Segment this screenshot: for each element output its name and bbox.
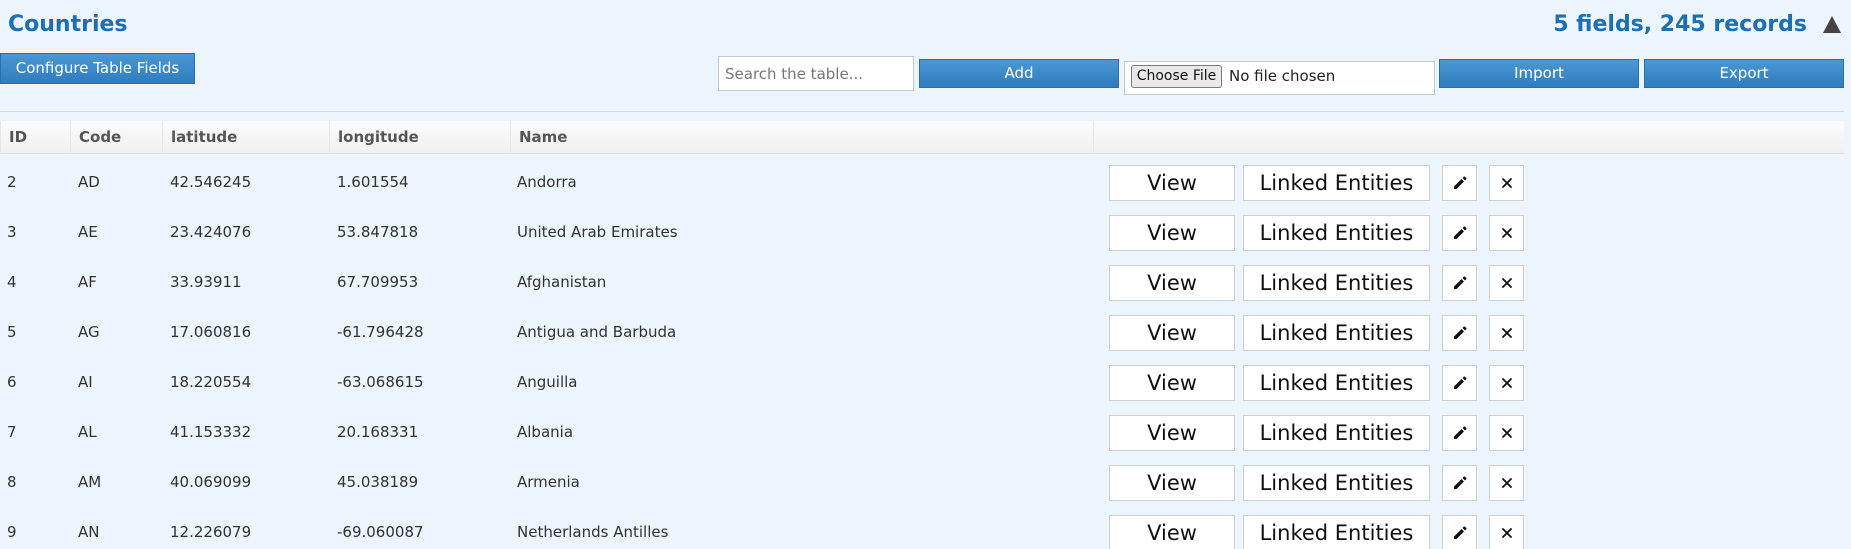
column-header-id[interactable]: ID <box>0 121 70 154</box>
view-button[interactable]: View <box>1109 465 1235 501</box>
cell-id: 9 <box>7 523 17 541</box>
delete-button[interactable] <box>1489 315 1524 351</box>
table-row: 5 AG 17.060816 -61.796428 Antigua and Barbud… <box>0 307 1844 357</box>
cell-id: 7 <box>7 423 17 441</box>
cell-latitude: 23.424076 <box>170 223 252 241</box>
column-header-name[interactable]: Name <box>510 121 1093 154</box>
table-row: 4 AF 33.93911 67.709953 Afghanistan View Linke… <box>0 257 1844 307</box>
cell-id: 4 <box>7 273 17 291</box>
cell-longitude: 45.038189 <box>337 473 419 491</box>
column-header-latitude[interactable]: latitude <box>162 121 329 154</box>
linked-entities-button[interactable]: Linked Entities <box>1243 265 1430 301</box>
cell-latitude: 18.220554 <box>170 373 252 391</box>
edit-button[interactable] <box>1442 265 1477 301</box>
cell-longitude: 1.601554 <box>337 173 409 191</box>
cell-code: AG <box>78 323 100 341</box>
linked-entities-button[interactable]: Linked Entities <box>1243 165 1430 201</box>
cell-name: Anguilla <box>517 373 578 391</box>
table-row: 9 AN 12.226079 -69.060087 Netherlands Antill… <box>0 507 1844 549</box>
cell-id: 3 <box>7 223 17 241</box>
cell-id: 5 <box>7 323 17 341</box>
cell-code: AD <box>78 173 100 191</box>
linked-entities-button[interactable]: Linked Entities <box>1243 215 1430 251</box>
countries-table: ID Code latitude longitude Name 2 AD 42.54… <box>0 111 1844 549</box>
cell-name: Afghanistan <box>517 273 607 291</box>
cell-id: 2 <box>7 173 17 191</box>
cell-longitude: 53.847818 <box>337 223 419 241</box>
cell-longitude: -69.060087 <box>337 523 424 541</box>
edit-button[interactable] <box>1442 165 1477 201</box>
cell-longitude: -61.796428 <box>337 323 424 341</box>
view-button[interactable]: View <box>1109 215 1235 251</box>
edit-button[interactable] <box>1442 465 1477 501</box>
view-button[interactable]: View <box>1109 365 1235 401</box>
linked-entities-button[interactable]: Linked Entities <box>1243 365 1430 401</box>
cell-id: 6 <box>7 373 17 391</box>
linked-entities-button[interactable]: Linked Entities <box>1243 315 1430 351</box>
cell-code: AM <box>78 473 102 491</box>
edit-button[interactable] <box>1442 365 1477 401</box>
cell-name: Armenia <box>517 473 580 491</box>
cell-name: Netherlands Antilles <box>517 523 669 541</box>
delete-button[interactable] <box>1489 465 1524 501</box>
cell-code: AF <box>78 273 97 291</box>
cell-name: United Arab Emirates <box>517 223 678 241</box>
cell-id: 8 <box>7 473 17 491</box>
delete-button[interactable] <box>1489 215 1524 251</box>
no-file-text: No file chosen <box>1229 67 1336 85</box>
table-row: 6 AI 18.220554 -63.068615 Anguilla View Linked… <box>0 357 1844 407</box>
cell-longitude: -63.068615 <box>337 373 424 391</box>
cell-code: AE <box>78 223 98 241</box>
linked-entities-button[interactable]: Linked Entities <box>1243 465 1430 501</box>
collapse-triangle-icon[interactable] <box>1823 16 1841 33</box>
page-title: Countries <box>8 12 128 37</box>
cell-name: Antigua and Barbuda <box>517 323 677 341</box>
configure-table-fields-button[interactable]: Configure Table Fields <box>0 53 195 84</box>
edit-button[interactable] <box>1442 515 1477 549</box>
import-button[interactable]: Import <box>1439 59 1639 88</box>
edit-button[interactable] <box>1442 315 1477 351</box>
cell-name: Albania <box>517 423 574 441</box>
cell-code: AI <box>78 373 93 391</box>
cell-latitude: 33.93911 <box>170 273 242 291</box>
table-row: 8 AM 40.069099 45.038189 Armenia View Linked E… <box>0 457 1844 507</box>
cell-longitude: 67.709953 <box>337 273 419 291</box>
add-button[interactable]: Add <box>919 59 1119 88</box>
record-summary: 5 fields, 245 records <box>1553 12 1807 37</box>
cell-latitude: 40.069099 <box>170 473 252 491</box>
export-button[interactable]: Export <box>1644 59 1844 88</box>
column-header-actions <box>1093 121 1844 154</box>
table-row: 2 AD 42.546245 1.601554 Andorra View Linked En… <box>0 157 1844 207</box>
column-header-longitude[interactable]: longitude <box>329 121 510 154</box>
view-button[interactable]: View <box>1109 265 1235 301</box>
choose-file-button[interactable]: Choose File <box>1131 65 1222 88</box>
view-button[interactable]: View <box>1109 165 1235 201</box>
view-button[interactable]: View <box>1109 315 1235 351</box>
delete-button[interactable] <box>1489 515 1524 549</box>
delete-button[interactable] <box>1489 415 1524 451</box>
cell-latitude: 17.060816 <box>170 323 252 341</box>
delete-button[interactable] <box>1489 165 1524 201</box>
search-input[interactable] <box>718 56 914 91</box>
view-button[interactable]: View <box>1109 515 1235 549</box>
delete-button[interactable] <box>1489 365 1524 401</box>
table-row: 3 AE 23.424076 53.847818 United Arab Emirate… <box>0 207 1844 257</box>
delete-button[interactable] <box>1489 265 1524 301</box>
column-header-code[interactable]: Code <box>70 121 162 154</box>
file-input[interactable]: Choose File No file chosen <box>1124 61 1435 95</box>
edit-button[interactable] <box>1442 415 1477 451</box>
cell-latitude: 42.546245 <box>170 173 252 191</box>
cell-latitude: 41.153332 <box>170 423 252 441</box>
table-row: 7 AL 41.153332 20.168331 Albania View Linked E… <box>0 407 1844 457</box>
cell-latitude: 12.226079 <box>170 523 252 541</box>
cell-longitude: 20.168331 <box>337 423 419 441</box>
linked-entities-button[interactable]: Linked Entities <box>1243 515 1430 549</box>
view-button[interactable]: View <box>1109 415 1235 451</box>
edit-button[interactable] <box>1442 215 1477 251</box>
linked-entities-button[interactable]: Linked Entities <box>1243 415 1430 451</box>
cell-code: AL <box>78 423 97 441</box>
cell-code: AN <box>78 523 100 541</box>
table-header: ID Code latitude longitude Name <box>0 121 1844 154</box>
cell-name: Andorra <box>517 173 577 191</box>
